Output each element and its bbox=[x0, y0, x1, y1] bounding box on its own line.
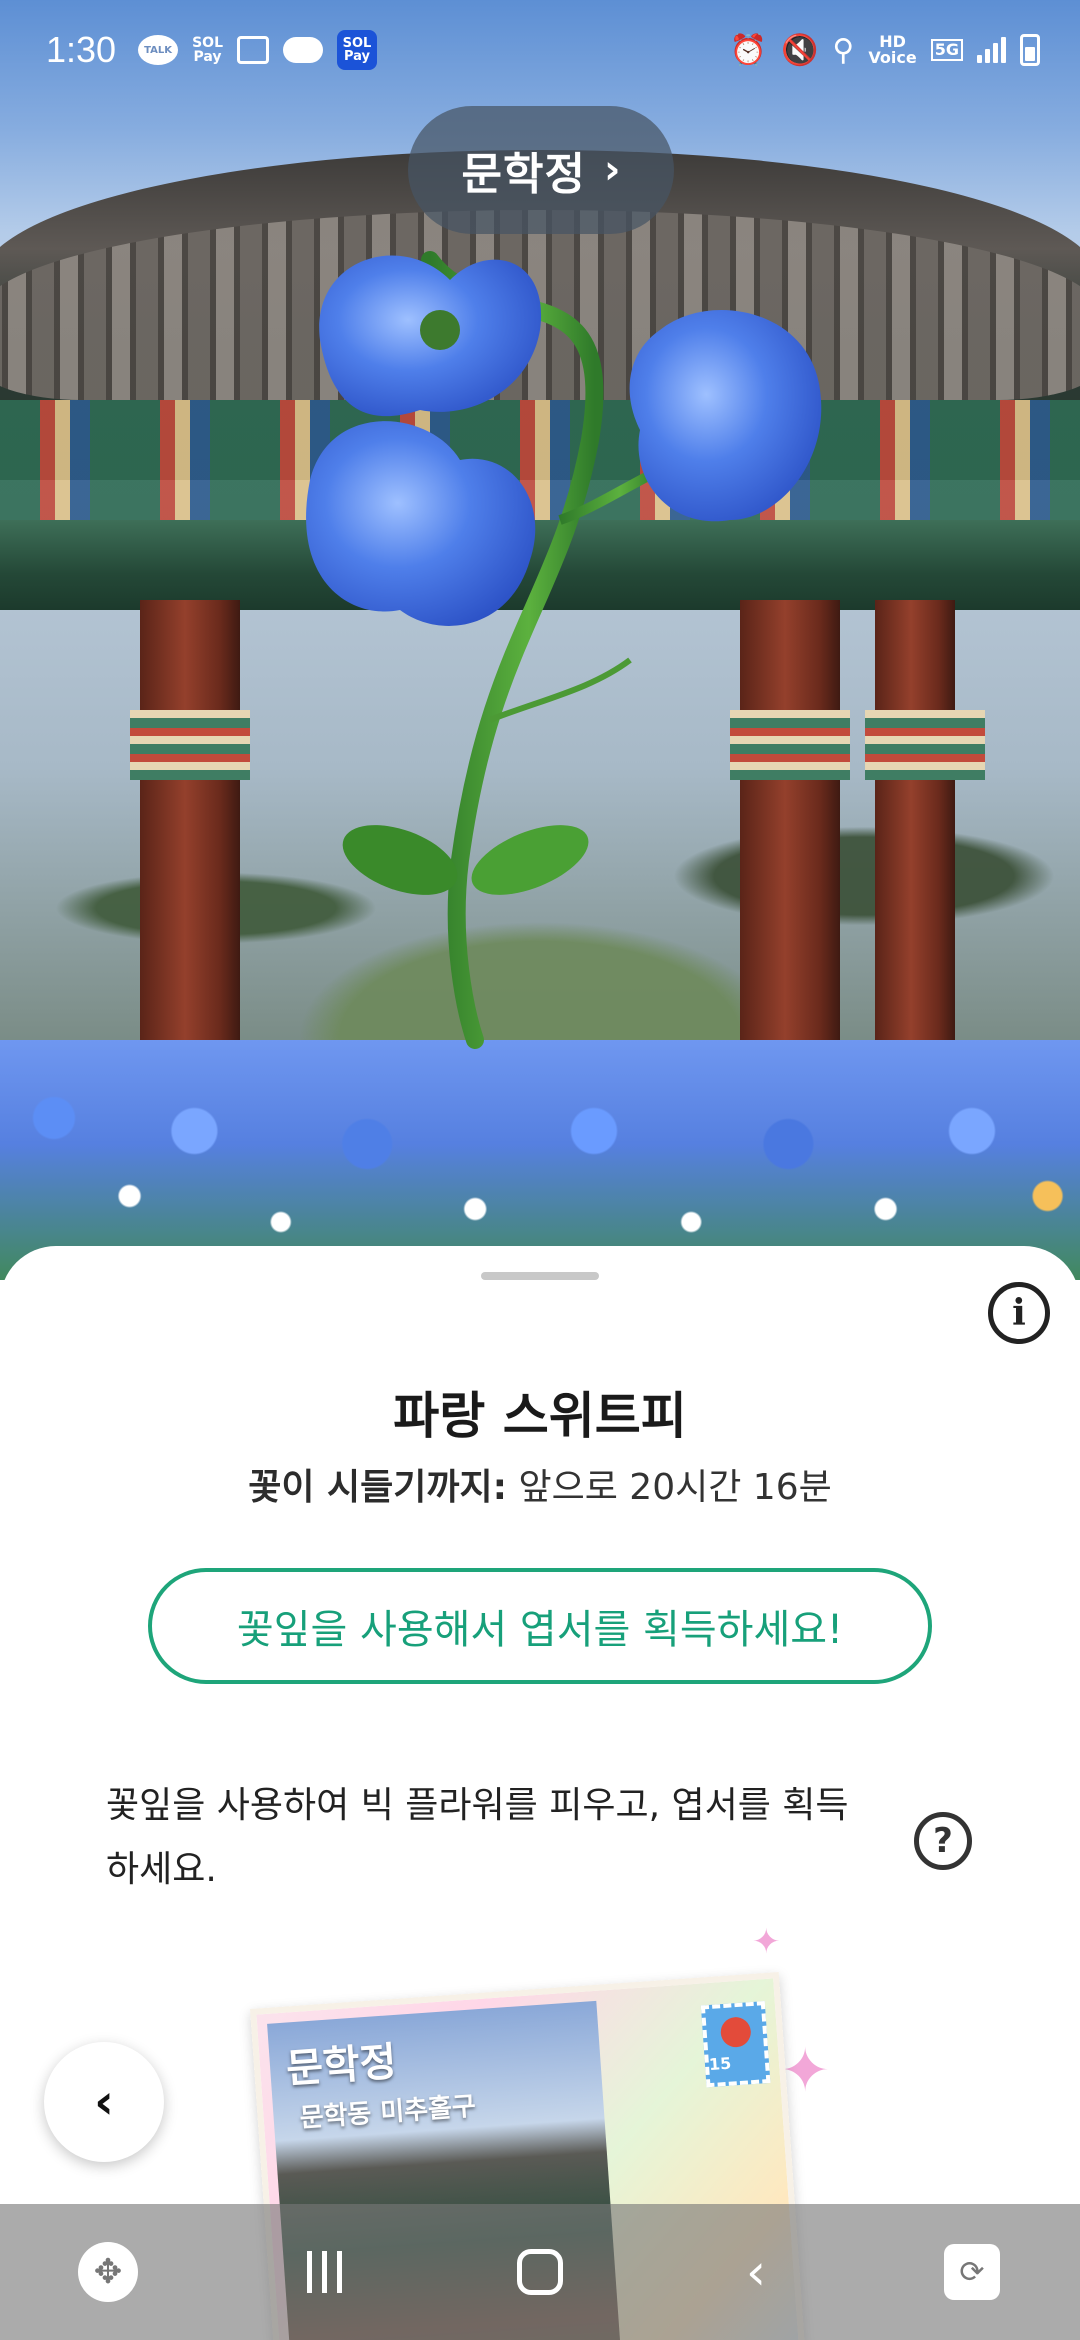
flower-name: 파랑 스위트피 bbox=[393, 1387, 687, 1445]
sparkle-icon: ✦ bbox=[752, 1922, 781, 1962]
rotation-lock-icon: ⟳ bbox=[944, 2244, 1000, 2300]
home-icon bbox=[517, 2249, 563, 2295]
back-icon: ‹ bbox=[746, 2243, 766, 2301]
wilt-value: 앞으로 20시간 16분 bbox=[518, 1467, 832, 1508]
location-button[interactable]: 문학정 › bbox=[408, 106, 674, 234]
location-name: 문학정 bbox=[461, 149, 586, 200]
flower-detail-sheet: i 파랑 스위트피 꽃이 시들기까지: 앞으로 20시간 16분 꽃잎을 사용해… bbox=[0, 1246, 1080, 2340]
alarm-icon: ⏰ bbox=[729, 32, 768, 68]
get-postcard-button[interactable]: 꽃잎을 사용해서 엽서를 획득하세요! bbox=[148, 1568, 932, 1684]
help-icon[interactable]: ? bbox=[914, 1812, 972, 1870]
mute-icon: 🔇 bbox=[781, 32, 819, 68]
nav-back-button[interactable]: ‹ bbox=[701, 2217, 811, 2327]
home-button[interactable] bbox=[485, 2217, 595, 2327]
cloud-icon bbox=[282, 37, 323, 63]
sol-pay-app-icon: SOL Pay bbox=[336, 30, 377, 70]
info-icon[interactable]: i bbox=[988, 1282, 1050, 1344]
clock: 1:30 bbox=[46, 29, 117, 70]
postcard-title: 문학정 bbox=[284, 2038, 399, 2093]
sol-pay-icon: SOL Pay bbox=[192, 35, 223, 65]
wilt-timer: 꽃이 시들기까지: 앞으로 20시간 16분 bbox=[0, 1458, 1080, 1510]
recents-button[interactable] bbox=[269, 2217, 379, 2327]
sheet-drag-handle[interactable] bbox=[481, 1272, 599, 1280]
rotation-lock-button[interactable]: ⟳ bbox=[917, 2217, 1027, 2327]
recents-icon bbox=[306, 2251, 342, 2293]
kakaotalk-icon: TALK bbox=[138, 35, 179, 65]
game-launcher-icon: ✥ bbox=[78, 2242, 138, 2302]
signal-icon bbox=[977, 37, 1006, 63]
5g-icon: 5G bbox=[930, 39, 963, 61]
description-text: 꽃잎을 사용하여 빅 플라워를 피우고, 엽서를 획득하세요. bbox=[106, 1785, 849, 1890]
sparkle-icon: ✦ bbox=[780, 2036, 831, 2106]
game-launcher-button[interactable]: ✥ bbox=[53, 2217, 163, 2327]
navigation-bar: ✥ ‹ ⟳ bbox=[0, 2204, 1080, 2340]
gallery-icon bbox=[236, 36, 269, 64]
status-bar: 1:30 TALK SOL Pay SOL Pay ⏰ 🔇 ⚲ HD Voice 5G bbox=[0, 0, 1080, 100]
stamp-number: 15 bbox=[708, 2053, 732, 2075]
back-button[interactable]: ‹ bbox=[44, 2042, 164, 2162]
battery-icon bbox=[1020, 34, 1040, 66]
hd-voice-icon: HD Voice bbox=[868, 32, 917, 67]
chevron-right-icon: › bbox=[603, 147, 621, 193]
sweet-pea-flower[interactable] bbox=[290, 220, 850, 1080]
location-icon: ⚲ bbox=[832, 32, 855, 68]
wilt-label: 꽃이 시들기까지: bbox=[248, 1467, 508, 1508]
